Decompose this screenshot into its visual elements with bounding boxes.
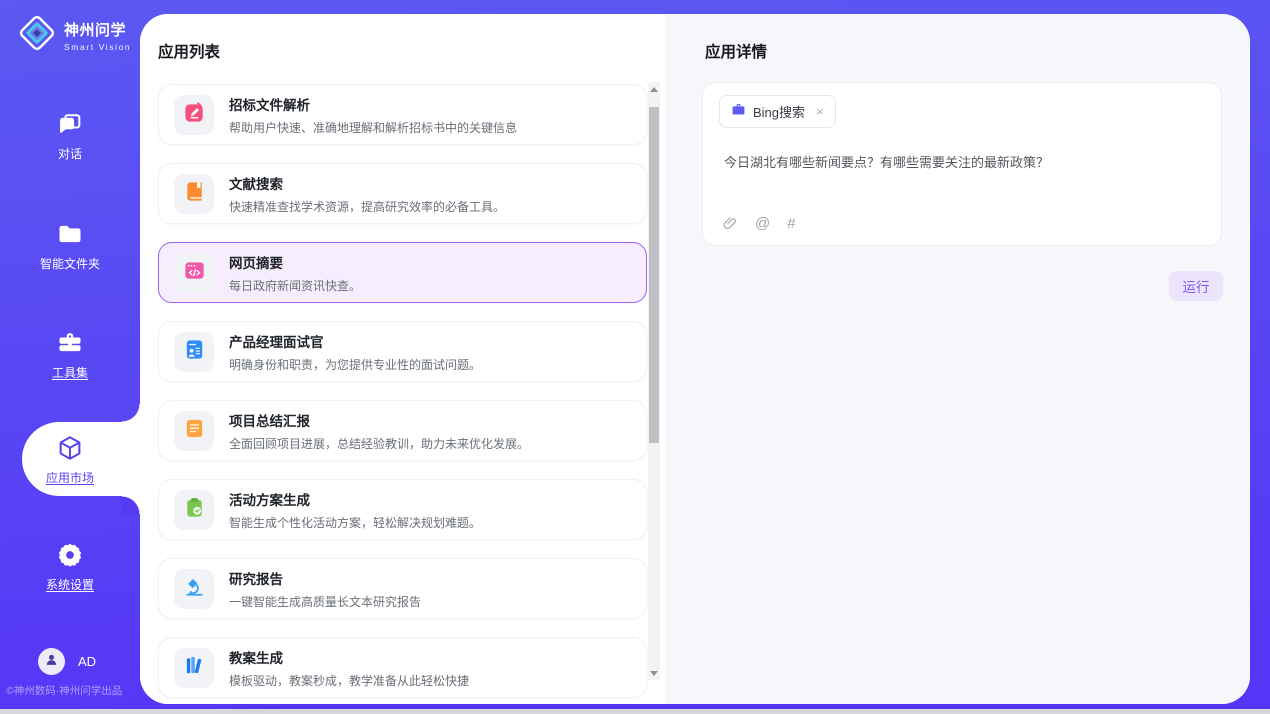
sidebar: 神州问学 Smart Vision 对话 智能文件夹 工具集 bbox=[0, 0, 140, 709]
sidebar-item-label: 应用市场 bbox=[46, 469, 94, 486]
app-card-description: 帮助用户快速、准确地理解和解析招标书中的关键信息 bbox=[229, 119, 517, 136]
paperclip-icon[interactable] bbox=[722, 215, 738, 231]
app-card-title: 项目总结汇报 bbox=[229, 410, 529, 430]
app-card-literature-search[interactable]: 文献搜索 快速精准查找学术资源，提高研究效率的必备工具。 bbox=[158, 163, 647, 224]
doc-edit-icon bbox=[183, 101, 206, 129]
list-scrollbar[interactable] bbox=[648, 82, 660, 680]
user-name: AD bbox=[78, 654, 96, 669]
app-card-bid-analysis[interactable]: 招标文件解析 帮助用户快速、准确地理解和解析招标书中的关键信息 bbox=[158, 84, 647, 145]
cube-icon bbox=[56, 434, 84, 462]
app-card-description: 全面回顾项目进展，总结经验教训，助力未来优化发展。 bbox=[229, 435, 529, 452]
app-card-title: 研究报告 bbox=[229, 568, 421, 588]
scroll-down-arrow-icon[interactable] bbox=[648, 667, 660, 679]
logo-diamond-icon bbox=[18, 14, 56, 57]
window-bottom-edge bbox=[0, 709, 1270, 714]
app-detail-title: 应用详情 bbox=[705, 40, 767, 62]
sidebar-item-dialog[interactable]: 对话 bbox=[0, 110, 140, 162]
copyright-footer: ©神州数码·神州问学出品 bbox=[6, 683, 122, 698]
close-icon[interactable]: × bbox=[816, 104, 824, 119]
app-card-pm-interviewer[interactable]: 产品经理面试官 明确身份和职责，为您提供专业性的面试问题。 bbox=[158, 321, 647, 382]
resume-icon bbox=[183, 338, 206, 366]
avatar[interactable] bbox=[38, 648, 65, 675]
note-icon bbox=[183, 417, 206, 445]
notch-bottom bbox=[122, 496, 140, 514]
app-card-title: 活动方案生成 bbox=[229, 489, 481, 509]
sidebar-item-label: 系统设置 bbox=[46, 576, 94, 593]
browser-code-icon bbox=[183, 259, 206, 287]
app-card-web-summary[interactable]: 网页摘要 每日政府新闻资讯快查。 bbox=[158, 242, 647, 303]
sidebar-item-label: 智能文件夹 bbox=[40, 255, 100, 272]
sidebar-item-toolbox[interactable]: 工具集 bbox=[0, 329, 140, 381]
prompt-input[interactable]: 今日湖北有哪些新闻要点？有哪些需要关注的最新政策？ bbox=[724, 152, 1205, 171]
app-card-title: 文献搜索 bbox=[229, 173, 505, 193]
tool-tag-label: Bing搜索 bbox=[753, 102, 805, 121]
input-toolbar: @ # bbox=[722, 215, 796, 231]
tool-tag-bing-search[interactable]: Bing搜索 × bbox=[719, 95, 836, 128]
sidebar-item-smart-folder[interactable]: 智能文件夹 bbox=[0, 220, 140, 272]
person-icon bbox=[43, 651, 60, 673]
scroll-up-arrow-icon[interactable] bbox=[648, 83, 660, 95]
scrollbar-thumb[interactable] bbox=[649, 107, 659, 443]
main-content: 应用列表 招标文件解析 帮助用户快速、准确地理解和解析招标书中的关键信息 文献搜… bbox=[140, 14, 1250, 704]
app-card-research-report[interactable]: 研究报告 一键智能生成高质量长文本研究报告 bbox=[158, 558, 647, 619]
brand-subtitle: Smart Vision bbox=[64, 42, 131, 52]
app-card-activity-plan[interactable]: 活动方案生成 智能生成个性化活动方案，轻松解决规划难题。 bbox=[158, 479, 647, 540]
app-card-description: 每日政府新闻资讯快查。 bbox=[229, 277, 361, 294]
app-card-description: 快速精准查找学术资源，提高研究效率的必备工具。 bbox=[229, 198, 505, 215]
sidebar-item-app-market[interactable]: 应用市场 bbox=[0, 434, 140, 486]
brand-name: 神州问学 bbox=[64, 19, 131, 40]
hash-icon[interactable]: # bbox=[787, 216, 795, 231]
sidebar-item-settings[interactable]: 系统设置 bbox=[0, 541, 140, 593]
app-card-title: 招标文件解析 bbox=[229, 94, 517, 114]
notch-top bbox=[122, 404, 140, 422]
app-card-description: 一键智能生成高质量长文本研究报告 bbox=[229, 593, 421, 610]
chat-icon bbox=[56, 110, 84, 138]
app-card-description: 智能生成个性化活动方案，轻松解决规划难题。 bbox=[229, 514, 481, 531]
toolbox-icon bbox=[56, 329, 84, 357]
brand-logo: 神州问学 Smart Vision bbox=[18, 14, 131, 57]
app-list-title: 应用列表 bbox=[158, 40, 220, 62]
app-card-title: 网页摘要 bbox=[229, 252, 361, 272]
briefcase-icon bbox=[731, 102, 746, 122]
books-icon bbox=[183, 654, 206, 682]
sidebar-item-label: 工具集 bbox=[52, 364, 88, 381]
app-card-title: 教案生成 bbox=[229, 647, 469, 667]
app-list-panel: 应用列表 招标文件解析 帮助用户快速、准确地理解和解析招标书中的关键信息 文献搜… bbox=[140, 14, 665, 704]
folder-icon bbox=[56, 220, 84, 248]
app-detail-panel: 应用详情 Bing搜索 × 今日湖北有哪些新闻要点？有哪些需要关注的最新政策？ … bbox=[665, 14, 1250, 704]
book-icon bbox=[183, 180, 206, 208]
at-icon[interactable]: @ bbox=[755, 216, 770, 231]
microscope-icon bbox=[183, 575, 206, 603]
gear-icon bbox=[56, 541, 84, 569]
app-card-project-summary[interactable]: 项目总结汇报 全面回顾项目进展，总结经验教训，助力未来优化发展。 bbox=[158, 400, 647, 461]
clipboard-check-icon bbox=[183, 496, 206, 524]
run-button[interactable]: 运行 bbox=[1169, 271, 1223, 301]
app-card-description: 明确身份和职责，为您提供专业性的面试问题。 bbox=[229, 356, 481, 373]
sidebar-item-label: 对话 bbox=[58, 145, 82, 162]
app-card-title: 产品经理面试官 bbox=[229, 331, 481, 351]
app-card-description: 模板驱动，教案秒成，教学准备从此轻松快捷 bbox=[229, 672, 469, 689]
app-card-lesson-plan[interactable]: 教案生成 模板驱动，教案秒成，教学准备从此轻松快捷 bbox=[158, 637, 647, 698]
prompt-card: Bing搜索 × 今日湖北有哪些新闻要点？有哪些需要关注的最新政策？ @ # bbox=[702, 82, 1222, 246]
user-account[interactable]: AD bbox=[38, 648, 96, 675]
